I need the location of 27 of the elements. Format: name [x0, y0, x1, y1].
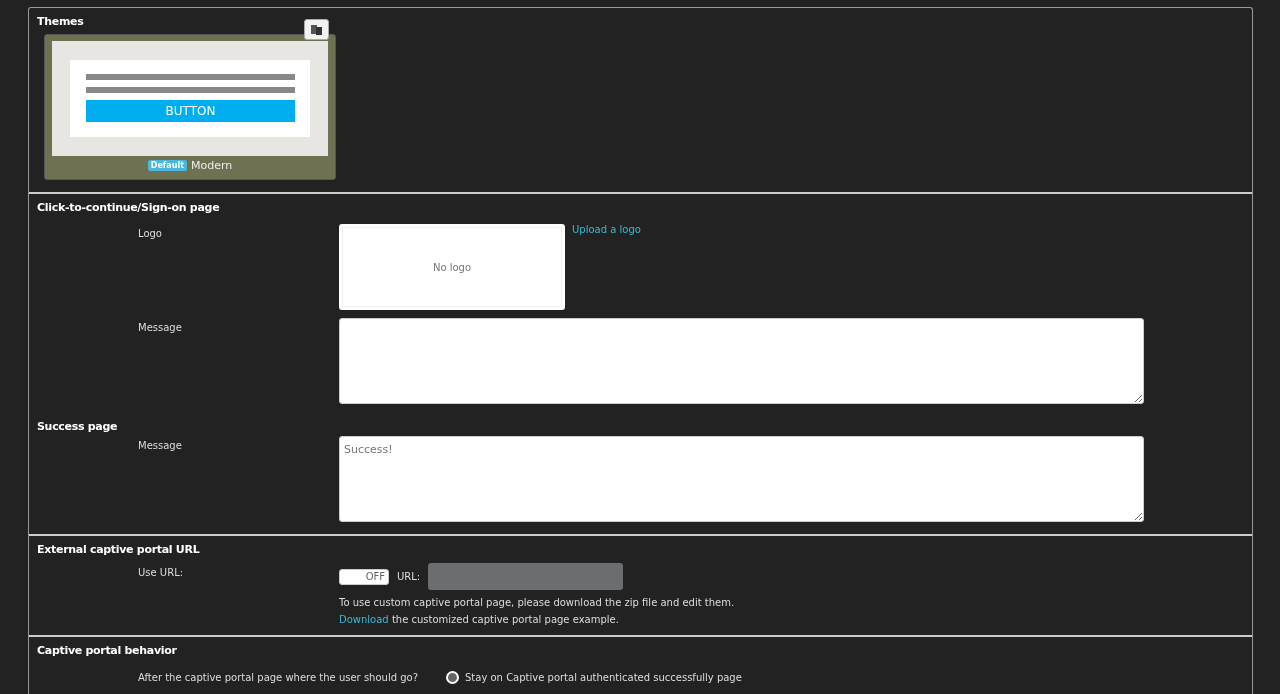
radio-button[interactable]	[446, 671, 459, 684]
section-title: Click-to-continue/Sign-on page	[37, 201, 220, 214]
field-label: Use URL:	[137, 566, 185, 580]
message-field[interactable]	[339, 318, 1144, 404]
theme-preview: BUTTON	[52, 41, 328, 156]
field-label: After the captive portal page where the user should go?	[137, 672, 418, 683]
field-label: URL:	[397, 571, 421, 582]
help-text: Download the customized captive portal page example.	[339, 614, 620, 625]
toggle-switch[interactable]: OFF	[339, 568, 389, 585]
section-title: External captive portal URL	[37, 543, 200, 556]
theme-name: Modern	[190, 159, 233, 172]
section-title: Success page	[37, 420, 118, 433]
theme-card[interactable]: BUTTON Default Modern	[44, 34, 336, 180]
option-label: Stay on Captive portal authenticated successfully page	[465, 672, 742, 683]
field-label: Message	[137, 321, 183, 335]
download-link[interactable]: Download	[339, 614, 389, 625]
section-title: Themes	[37, 15, 84, 28]
help-text: To use custom captive portal page, please download the zip file and edit them.	[339, 597, 736, 608]
section-title: Captive portal behavior	[37, 644, 177, 657]
copy-icon	[311, 24, 322, 35]
default-badge: Default	[147, 160, 187, 171]
upload-link[interactable]: Upload a logo	[572, 224, 641, 235]
logo-upload-field[interactable]: No logo	[339, 224, 565, 310]
field-label: Message	[137, 439, 183, 453]
message-field[interactable]: Success!	[339, 436, 1144, 522]
copy-button[interactable]	[304, 19, 329, 40]
field-label: Logo	[137, 227, 163, 241]
